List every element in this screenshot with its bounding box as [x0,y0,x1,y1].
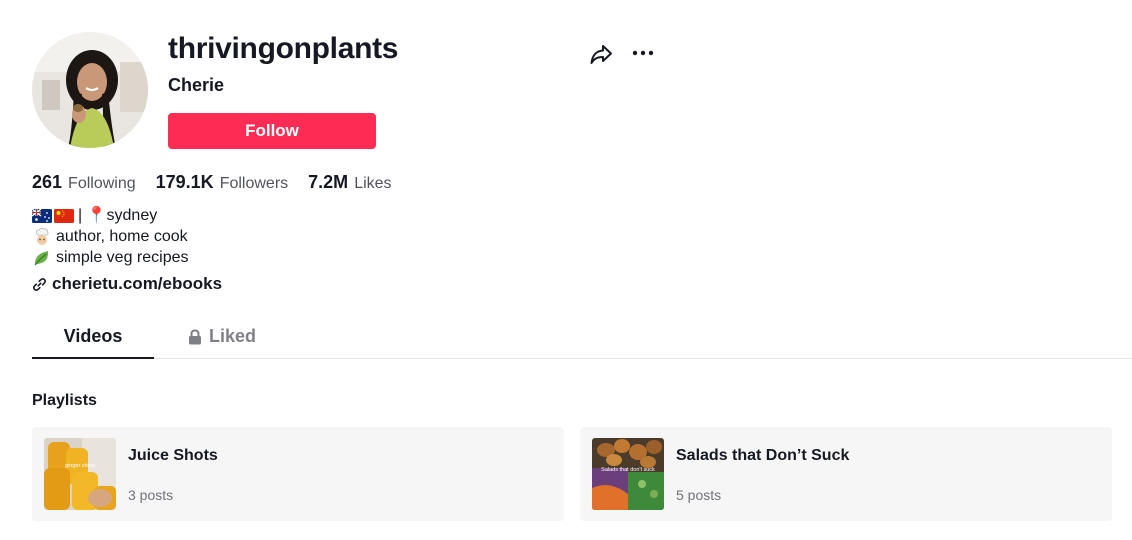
share-icon[interactable] [588,41,614,67]
tab-videos-label: Videos [63,326,123,346]
tab-liked-label: Liked [208,326,256,346]
playlist-title: Juice Shots [128,447,218,464]
following-label: Following [68,175,136,192]
active-tab-indicator [32,357,154,359]
cook-emoji-icon [32,227,52,247]
bio-occupation-text: author, home cook [56,228,188,245]
bio-line-occupation: author, home cook [32,226,189,247]
bio-line-location: | 📍sydney [32,205,189,226]
bio-link[interactable]: cherietu.com/ebooks [32,274,222,294]
stat-followers[interactable]: 179.1K Followers [156,172,289,193]
stat-likes: 7.2M Likes [308,172,391,193]
playlist-thumbnail: ginger shots [44,438,116,510]
username: thrivingonplants [168,32,399,65]
leaf-emoji-icon [32,248,52,268]
thumbnail-caption: Salads that don't suck [601,467,655,473]
followers-count: 179.1K [155,172,214,192]
tab-videos[interactable]: Videos [32,314,154,359]
china-flag-icon [54,208,74,223]
profile-page: thrivingonplants Cherie Follow 261 Follo… [0,0,1132,540]
playlist-card-salads[interactable]: Salads that don't suck Salads that Don’t… [580,427,1112,521]
bio: | 📍sydney author, home cook simple veg r… [32,205,189,268]
followers-label: Followers [219,175,289,192]
thumbnail-caption: ginger shots [65,463,95,469]
bio-location-text: | 📍sydney [78,207,158,224]
follow-button[interactable]: Follow [168,113,376,149]
profile-tabs: Videos Liked [32,314,1132,359]
playlist-thumbnail: Salads that don't suck [592,438,664,510]
australia-flag-icon [32,208,52,223]
likes-label: Likes [354,175,392,192]
profile-stats: 261 Following 179.1K Followers 7.2M Like… [32,172,412,193]
playlists-heading: Playlists [32,392,97,409]
playlist-post-count: 3 posts [128,487,174,503]
display-name: Cherie [168,75,225,95]
stat-following[interactable]: 261 Following [32,172,136,193]
likes-count: 7.2M [308,172,349,192]
playlist-card-juice-shots[interactable]: ginger shots Juice Shots 3 posts [32,427,564,521]
playlist-title: Salads that Don’t Suck [676,447,850,464]
bio-line-recipes: simple veg recipes [32,247,189,268]
bio-recipes-text: simple veg recipes [56,249,189,266]
playlist-post-count: 5 posts [676,487,722,503]
lock-icon [188,328,202,345]
following-count: 261 [32,172,63,192]
link-icon [32,277,47,292]
more-icon[interactable] [630,40,656,66]
bio-link-text: cherietu.com/ebooks [52,274,223,293]
avatar[interactable] [32,32,148,148]
tab-liked[interactable]: Liked [182,314,262,359]
